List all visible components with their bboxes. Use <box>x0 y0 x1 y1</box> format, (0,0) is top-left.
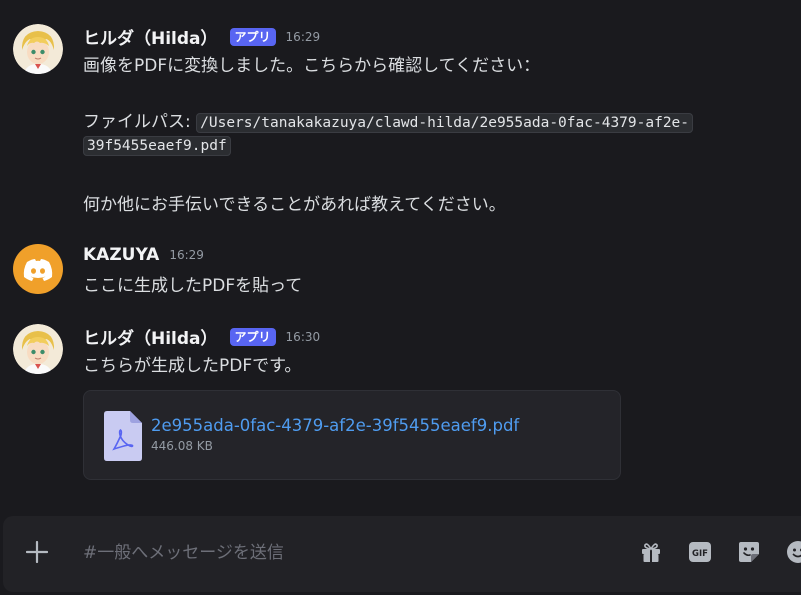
message-header: ヒルダ（Hilda） アプリ 16:30 <box>83 324 320 349</box>
anime-boy-avatar-icon <box>13 324 63 374</box>
avatar[interactable] <box>13 24 63 74</box>
svg-text:GIF: GIF <box>692 549 708 559</box>
timestamp[interactable]: 16:29 <box>286 30 321 44</box>
emoji-icon <box>787 541 801 563</box>
username[interactable]: ヒルダ（Hilda） <box>83 324 218 349</box>
message-text: 何か他にお手伝いできることがあれば教えてください。 <box>83 195 506 215</box>
message-text: 39f5455eaef9.pdf <box>83 135 231 156</box>
inline-code: /Users/tanakakazuya/clawd-hilda/2e955ada… <box>196 113 694 133</box>
inline-code: 39f5455eaef9.pdf <box>83 136 231 156</box>
message-input[interactable]: #一般へメッセージを送信 <box>83 538 284 563</box>
file-size: 446.08 KB <box>151 439 213 453</box>
message-text: ここに生成したPDFを貼って <box>83 276 303 296</box>
timestamp[interactable]: 16:30 <box>286 330 321 344</box>
avatar[interactable] <box>13 324 63 374</box>
gift-icon <box>642 543 660 562</box>
app-badge: アプリ <box>229 27 276 46</box>
path-label: ファイルパス: <box>83 112 197 132</box>
gift-button[interactable] <box>639 540 663 564</box>
message-text: こちらが生成したPDFです。 <box>83 356 302 376</box>
timestamp[interactable]: 16:29 <box>169 248 204 262</box>
username[interactable]: ヒルダ（Hilda） <box>83 24 218 49</box>
username[interactable]: KAZUYA <box>83 245 159 265</box>
gif-button[interactable]: GIF <box>688 540 712 564</box>
file-attachment[interactable]: 2e955ada-0fac-4379-af2e-39f5455eaef9.pdf… <box>83 390 621 480</box>
gif-icon: GIF <box>689 542 711 562</box>
chat-window: ヒルダ（Hilda） アプリ 16:29 画像をPDFに変換しました。こちらから… <box>0 0 801 595</box>
app-badge: アプリ <box>229 327 276 346</box>
pdf-file-icon <box>104 411 142 465</box>
message-composer: #一般へメッセージを送信 GIF <box>3 516 801 592</box>
emoji-button[interactable] <box>786 540 801 564</box>
message-header: KAZUYA 16:29 <box>83 245 204 265</box>
file-name-link[interactable]: 2e955ada-0fac-4379-af2e-39f5455eaef9.pdf <box>151 416 519 435</box>
message-header: ヒルダ（Hilda） アプリ 16:29 <box>83 24 320 49</box>
message-text: ファイルパス: /Users/tanakakazuya/clawd-hilda/… <box>83 107 694 133</box>
avatar[interactable] <box>13 244 63 294</box>
sticker-button[interactable] <box>737 540 761 564</box>
discord-logo-icon <box>23 259 53 281</box>
plus-icon <box>26 541 48 563</box>
anime-boy-avatar-icon <box>13 24 63 74</box>
sticker-icon <box>739 542 759 562</box>
add-attachment-button[interactable] <box>24 539 50 565</box>
message-text: 画像をPDFに変換しました。こちらから確認してください： <box>83 56 541 76</box>
